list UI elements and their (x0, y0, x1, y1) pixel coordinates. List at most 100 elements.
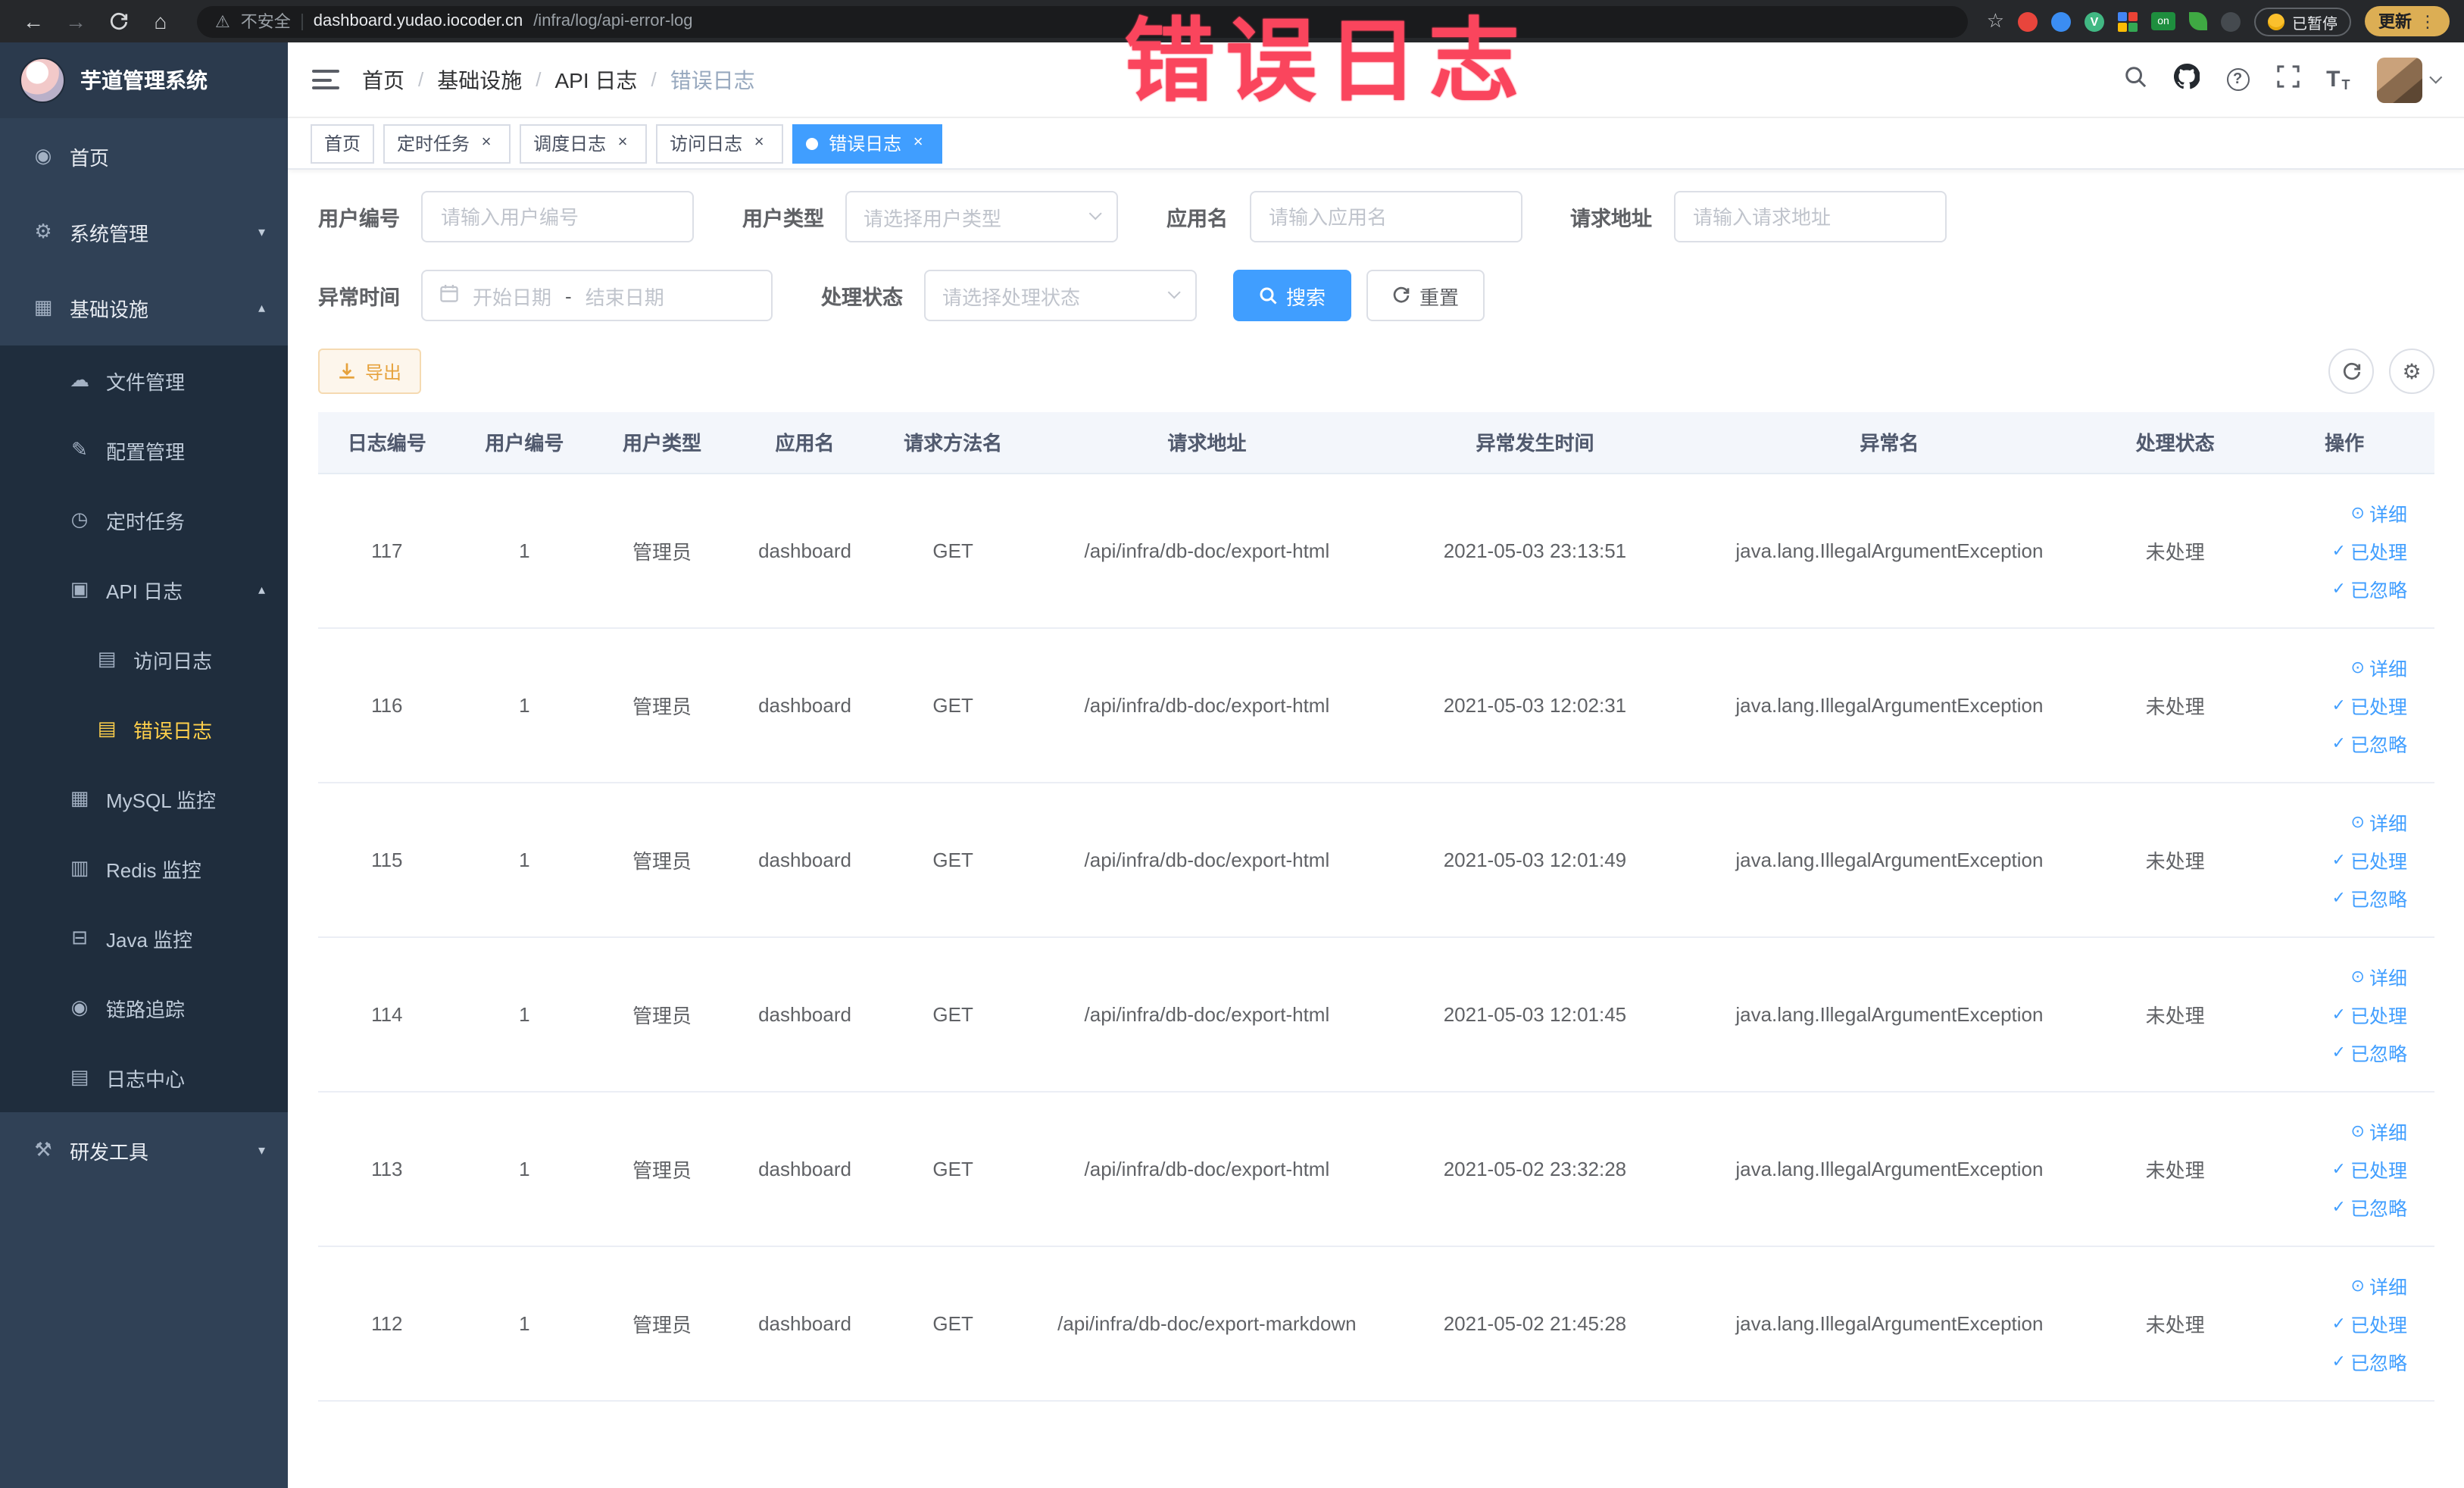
tag-scheduled-jobs[interactable]: 定时任务 × (383, 123, 511, 163)
mark-processed-link[interactable]: ✓ 已处理 (2332, 690, 2407, 719)
search-icon[interactable] (2123, 64, 2146, 95)
check-icon: ✓ (2331, 1315, 2346, 1333)
java-icon: ⊟ (71, 926, 88, 949)
tag-access-log[interactable]: 访问日志 × (656, 123, 784, 163)
paused-badge[interactable]: 已暂停 (2254, 7, 2351, 36)
extension-grid-icon[interactable] (2118, 11, 2138, 31)
browser-menu-icon[interactable]: ⋮ (2419, 11, 2436, 31)
tags-bar: 首页 定时任务 × 调度日志 × 访问日志 × 错误日志 × (288, 118, 2464, 170)
sidebar-logo[interactable]: 芋道管理系统 (0, 42, 288, 118)
extension-paw-icon[interactable] (2221, 11, 2241, 31)
breadcrumb-home[interactable]: 首页 (362, 64, 404, 95)
github-icon[interactable] (2173, 62, 2200, 96)
sidebar-item-api-logs[interactable]: ▣ API 日志 ▴ (0, 555, 288, 624)
tag-close-icon[interactable]: × (748, 133, 770, 154)
sidebar-item-home[interactable]: ◉ 首页 (0, 118, 288, 194)
processed-link-label: 已处理 (2350, 1005, 2407, 1027)
browser-reload-icon[interactable] (100, 3, 136, 39)
cell-exception-time: 2021-05-03 23:13:51 (1386, 473, 1684, 628)
detail-link[interactable]: ⊙ 详细 (2351, 652, 2407, 681)
table-row: 114 1 管理员 dashboard GET /api/infra/db-do… (318, 936, 2434, 1092)
sidebar-item-file-management[interactable]: ☁ 文件管理 (0, 345, 288, 415)
sidebar-item-dev-tools[interactable]: ⚒ 研发工具 ▾ (0, 1112, 288, 1188)
mark-ignored-link[interactable]: ✓ 已忽略 (2332, 883, 2407, 911)
extension-blue-icon[interactable] (2051, 11, 2071, 31)
sidebar-item-config-management[interactable]: ✎ 配置管理 (0, 415, 288, 485)
processed-link-label: 已处理 (2350, 1315, 2407, 1336)
user-type-select[interactable]: 请选择用户类型 (845, 191, 1118, 242)
browser-forward-icon[interactable]: → (58, 3, 94, 39)
tag-close-icon[interactable]: × (612, 133, 633, 154)
sidebar-item-java-monitor[interactable]: ⊟ Java 监控 (0, 903, 288, 973)
user-id-input[interactable] (421, 191, 694, 242)
extension-red-icon[interactable] (2018, 11, 2038, 31)
sidebar-item-scheduled-jobs[interactable]: ◷ 定时任务 (0, 485, 288, 555)
mark-processed-link[interactable]: ✓ 已处理 (2332, 845, 2407, 874)
mark-processed-link[interactable]: ✓ 已处理 (2332, 999, 2407, 1028)
table-row: 112 1 管理员 dashboard GET /api/infra/db-do… (318, 1246, 2434, 1401)
extension-on-icon[interactable]: on (2151, 12, 2175, 30)
date-range-picker[interactable]: 开始日期 - 结束日期 (421, 270, 773, 321)
reset-button[interactable]: 重置 (1366, 270, 1485, 321)
sidebar-item-redis-monitor[interactable]: ▥ Redis 监控 (0, 833, 288, 903)
sidebar-item-error-log[interactable]: ▤ 错误日志 (0, 694, 288, 764)
detail-link[interactable]: ⊙ 详细 (2351, 1116, 2407, 1145)
request-url-input[interactable] (1673, 191, 1946, 242)
help-icon[interactable]: ? (2226, 68, 2250, 91)
mark-processed-link[interactable]: ✓ 已处理 (2332, 1154, 2407, 1183)
extension-leaf-icon[interactable] (2189, 12, 2207, 30)
hamburger-icon[interactable] (312, 70, 339, 89)
detail-link[interactable]: ⊙ 详细 (2351, 807, 2407, 836)
browser-update-button[interactable]: 更新 ⋮ (2365, 6, 2450, 36)
detail-link[interactable]: ⊙ 详细 (2351, 961, 2407, 990)
browser-home-icon[interactable]: ⌂ (142, 3, 179, 39)
mark-processed-link[interactable]: ✓ 已处理 (2332, 536, 2407, 564)
cell-app-name: dashboard (730, 782, 879, 937)
sidebar-item-access-log[interactable]: ▤ 访问日志 (0, 624, 288, 694)
breadcrumb-infrastructure[interactable]: 基础设施 (437, 64, 522, 95)
app-name-input[interactable] (1249, 191, 1522, 242)
tag-scheduler-log[interactable]: 调度日志 × (520, 123, 648, 163)
sidebar-item-label: 文件管理 (106, 370, 186, 393)
cell-status: 未处理 (2095, 782, 2255, 937)
mark-ignored-link[interactable]: ✓ 已忽略 (2332, 574, 2407, 602)
user-menu[interactable] (2377, 57, 2443, 102)
browser-back-icon[interactable]: ← (15, 3, 52, 39)
cell-user-type: 管理员 (593, 473, 731, 628)
detail-link[interactable]: ⊙ 详细 (2351, 498, 2407, 527)
mark-ignored-link[interactable]: ✓ 已忽略 (2332, 728, 2407, 757)
detail-link[interactable]: ⊙ 详细 (2351, 1271, 2407, 1299)
file-icon: ☁ (70, 368, 89, 391)
sidebar-item-log-center[interactable]: ▤ 日志中心 (0, 1043, 288, 1112)
sidebar-item-mysql-monitor[interactable]: ▦ MySQL 监控 (0, 764, 288, 833)
mark-ignored-link[interactable]: ✓ 已忽略 (2332, 1346, 2407, 1375)
tag-close-icon[interactable]: × (907, 133, 929, 154)
export-button[interactable]: 导出 (318, 349, 422, 394)
eye-icon: ⊙ (2350, 504, 2365, 522)
sidebar-item-label: 基础设施 (70, 298, 149, 320)
mark-processed-link[interactable]: ✓ 已处理 (2332, 1308, 2407, 1337)
mark-ignored-link[interactable]: ✓ 已忽略 (2332, 1037, 2407, 1066)
vue-devtools-icon[interactable]: V (2085, 11, 2104, 31)
font-size-icon[interactable]: TT (2326, 67, 2350, 92)
tag-error-log[interactable]: 错误日志 × (792, 123, 943, 163)
sidebar-item-trace[interactable]: ◉ 链路追踪 (0, 973, 288, 1043)
sidebar-item-infrastructure[interactable]: ▦ 基础设施 ▴ (0, 270, 288, 345)
mark-ignored-link[interactable]: ✓ 已忽略 (2332, 1192, 2407, 1221)
tag-close-icon[interactable]: × (476, 133, 497, 154)
cell-actions: ⊙ 详细 ✓ 已处理 ✓ 已忽略 (2254, 1091, 2434, 1246)
process-status-select[interactable]: 请选择处理状态 (924, 270, 1197, 321)
refresh-icon[interactable] (2328, 349, 2374, 394)
breadcrumb-api-logs[interactable]: API 日志 (555, 64, 638, 95)
fullscreen-icon[interactable] (2276, 64, 2299, 95)
select-placeholder: 请选择处理状态 (942, 286, 1081, 308)
bookmark-star-icon[interactable]: ☆ (1987, 9, 2004, 33)
tag-home[interactable]: 首页 (311, 123, 375, 163)
cell-actions: ⊙ 详细 ✓ 已处理 ✓ 已忽略 (2254, 1246, 2434, 1401)
detail-link-label: 详细 (2369, 658, 2407, 680)
search-button[interactable]: 搜索 (1233, 270, 1352, 321)
cell-user-type: 管理员 (593, 1091, 731, 1246)
sidebar-item-system-management[interactable]: ⚙ 系统管理 ▾ (0, 194, 288, 270)
address-bar[interactable]: ⚠ 不安全 dashboard.yudao.iocoder.cn /infra/… (197, 5, 1969, 37)
column-settings-icon[interactable]: ⚙ (2389, 349, 2434, 394)
